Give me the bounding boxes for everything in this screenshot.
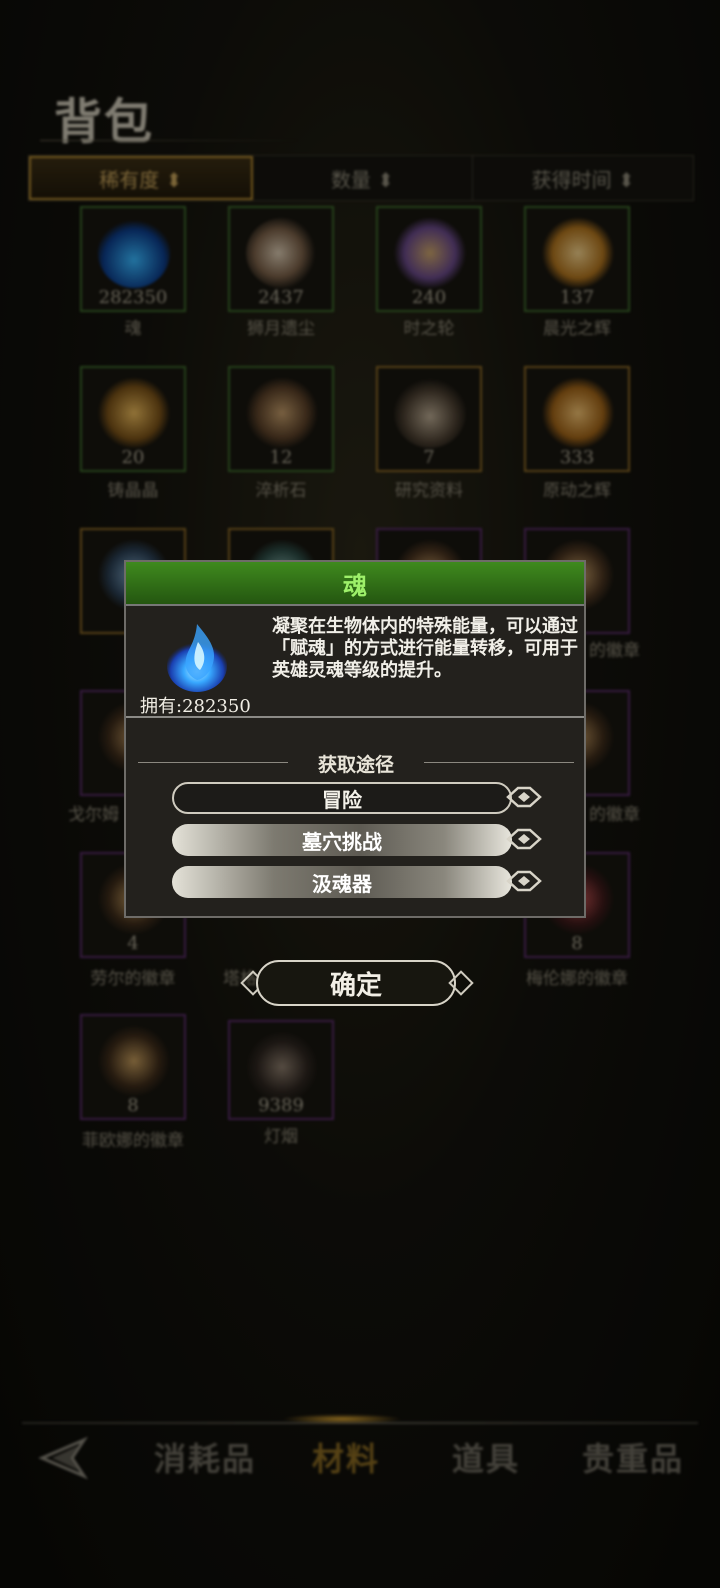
owned-count: 拥有:282350 (140, 696, 251, 717)
source-title: 获取途径 (317, 754, 394, 776)
route-arrow-icon[interactable] (504, 782, 542, 812)
item-detail-popup: 魂 拥有:282350 凝聚在生物体内的特殊能量，可以通过「赋魂」的方式进行能量… (124, 560, 586, 918)
route-adventure-button[interactable]: 冒险 (172, 782, 512, 814)
item-info: 拥有:282350 凝聚在生物体内的特殊能量，可以通过「赋魂」的方式进行能量转移… (126, 606, 584, 718)
popup-title: 魂 (126, 562, 584, 606)
route-arrow-icon[interactable] (504, 824, 542, 854)
confirm-button[interactable]: 确定 (256, 960, 456, 1006)
route-tomb-challenge-button[interactable]: 墓穴挑战 (172, 824, 512, 856)
blue-flame-icon (167, 624, 227, 692)
route-soul-drainer-button[interactable]: 汲魂器 (172, 866, 512, 898)
item-description: 凝聚在生物体内的特殊能量，可以通过「赋魂」的方式进行能量转移，可用于英雄灵魂等级… (272, 616, 578, 681)
route-arrow-icon[interactable] (504, 866, 542, 896)
source-section-header: 获取途径 (138, 750, 574, 776)
